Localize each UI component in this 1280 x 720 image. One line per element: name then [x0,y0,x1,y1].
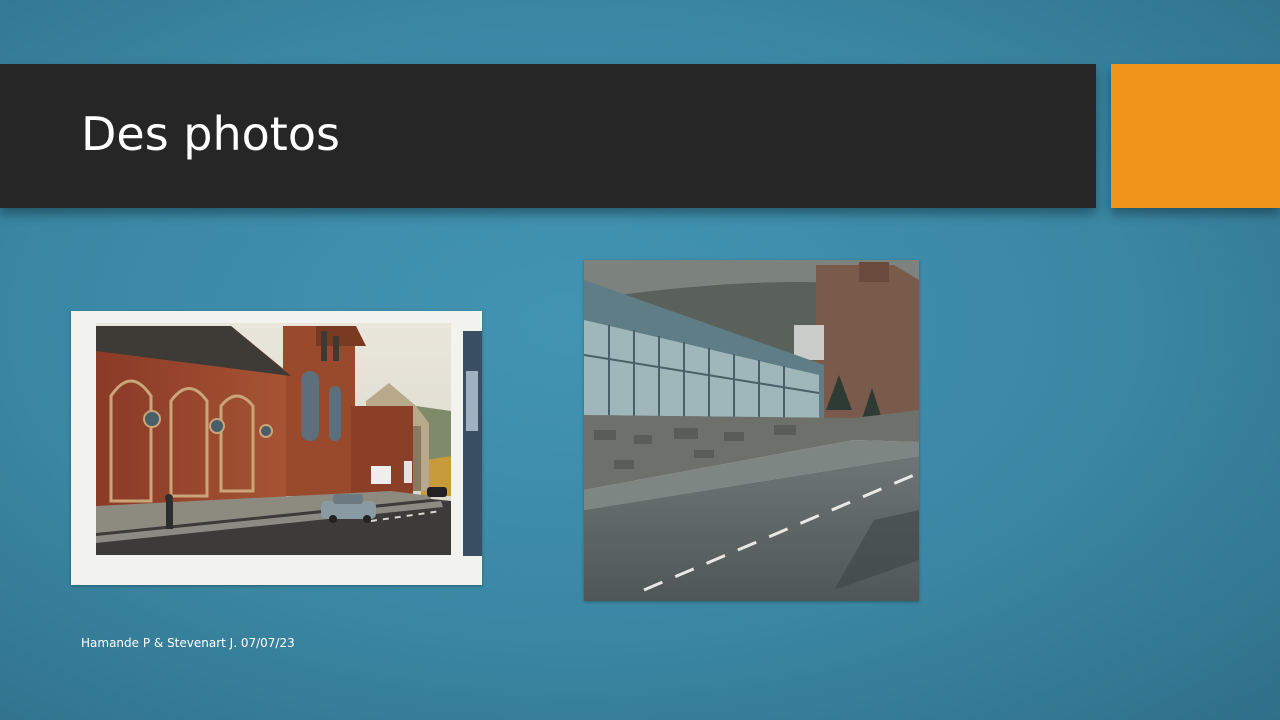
photo-brick-building [71,311,482,585]
photo-glass-factory [584,260,919,601]
footer-credit: Hamande P & Stevenart J. 07/07/23 [81,636,295,650]
accent-box [1111,64,1280,208]
slide-title: Des photos [81,107,340,161]
